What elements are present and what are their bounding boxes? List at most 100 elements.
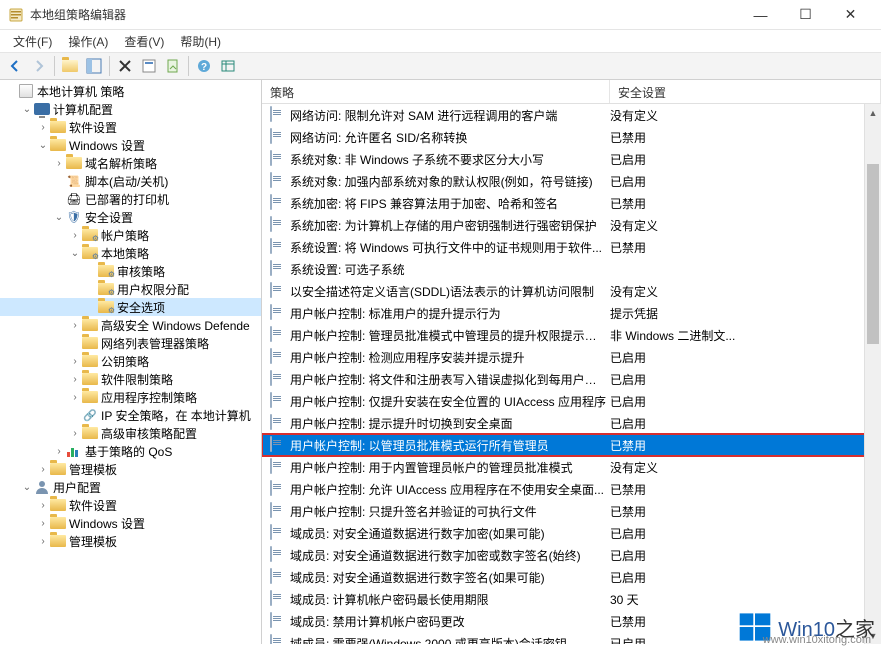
up-folder-button[interactable] <box>59 55 81 77</box>
tree-item[interactable]: ›Windows 设置 <box>0 514 261 532</box>
expand-toggle-icon[interactable]: ⌄ <box>52 212 66 223</box>
list-row[interactable]: 系统设置: 将 Windows 可执行文件中的证书规则用于软件...已禁用 <box>262 236 881 258</box>
tree-item[interactable]: 用户权限分配 <box>0 280 261 298</box>
shield-icon <box>66 209 82 225</box>
delete-button[interactable] <box>114 55 136 77</box>
folder-gear-icon <box>98 263 114 279</box>
tree-item-label: 公钥策略 <box>101 353 149 370</box>
list-row[interactable]: 系统加密: 将 FIPS 兼容算法用于加密、哈希和签名已禁用 <box>262 192 881 214</box>
folder-icon <box>50 119 66 135</box>
tree-item-label: 高级安全 Windows Defende <box>101 317 250 334</box>
back-button[interactable] <box>4 55 26 77</box>
expand-toggle-icon[interactable]: › <box>36 464 50 475</box>
tree-pane[interactable]: 本地计算机 策略 ⌄计算机配置›软件设置⌄Windows 设置›域名解析策略脚本… <box>0 80 262 644</box>
list-pane[interactable]: 策略 安全设置 网络访问: 限制允许对 SAM 进行远程调用的客户端没有定义网络… <box>262 80 881 644</box>
expand-toggle-icon[interactable]: ⌄ <box>36 140 50 151</box>
menu-file[interactable]: 文件(F) <box>5 31 60 52</box>
expand-toggle-icon[interactable]: ⌄ <box>20 104 34 115</box>
list-row[interactable]: 域成员: 对安全通道数据进行数字加密或数字签名(始终)已启用 <box>262 544 881 566</box>
expand-toggle-icon[interactable]: ⌄ <box>20 482 34 493</box>
tree-item[interactable]: › 高级审核策略配置 <box>0 424 261 442</box>
list-row[interactable]: 域成员: 对安全通道数据进行数字加密(如果可能)已启用 <box>262 522 881 544</box>
tree-item[interactable]: 安全选项 <box>0 298 261 316</box>
list-row[interactable]: 系统对象: 加强内部系统对象的默认权限(例如，符号链接)已启用 <box>262 170 881 192</box>
expand-toggle-icon[interactable]: › <box>68 230 82 241</box>
column-setting[interactable]: 安全设置 <box>610 80 881 103</box>
maximize-button[interactable]: ☐ <box>783 0 828 29</box>
expand-toggle-icon[interactable]: ⌄ <box>68 248 82 259</box>
properties-button[interactable] <box>138 55 160 77</box>
show-tree-button[interactable] <box>83 55 105 77</box>
list-row[interactable]: 用户帐户控制: 仅提升安装在安全位置的 UIAccess 应用程序已启用 <box>262 390 881 412</box>
tree-item[interactable]: ›基于策略的 QoS <box>0 442 261 460</box>
list-row[interactable]: 用户帐户控制: 将文件和注册表写入错误虚拟化到每用户位置已启用 <box>262 368 881 390</box>
expand-toggle-icon[interactable]: › <box>68 356 82 367</box>
export-button[interactable] <box>162 55 184 77</box>
tree-root[interactable]: 本地计算机 策略 <box>0 82 261 100</box>
list-row[interactable]: 以安全描述符定义语言(SDDL)语法表示的计算机访问限制没有定义 <box>262 280 881 302</box>
list-row[interactable]: 用户帐户控制: 用于内置管理员帐户的管理员批准模式没有定义 <box>262 456 881 478</box>
list-row[interactable]: 用户帐户控制: 以管理员批准模式运行所有管理员已禁用 <box>262 434 881 456</box>
scroll-up-button[interactable]: ▲ <box>865 104 881 121</box>
list-row[interactable]: 网络访问: 允许匿名 SID/名称转换已禁用 <box>262 126 881 148</box>
tree-item[interactable]: ›软件设置 <box>0 496 261 514</box>
minimize-button[interactable]: — <box>738 0 783 29</box>
expand-toggle-icon[interactable]: › <box>68 392 82 403</box>
tree-item[interactable]: › 高级安全 Windows Defende <box>0 316 261 334</box>
expand-toggle-icon[interactable]: › <box>52 158 66 169</box>
tree-item[interactable]: ⌄Windows 设置 <box>0 136 261 154</box>
list-row[interactable]: 系统对象: 非 Windows 子系统不要求区分大小写已启用 <box>262 148 881 170</box>
tree-item[interactable]: › 公钥策略 <box>0 352 261 370</box>
tree-item[interactable]: ›软件限制策略 <box>0 370 261 388</box>
list-row[interactable]: 用户帐户控制: 只提升签名并验证的可执行文件已禁用 <box>262 500 881 522</box>
tree-item[interactable]: ⌄计算机配置 <box>0 100 261 118</box>
tree-item[interactable]: 已部署的打印机 <box>0 190 261 208</box>
tree-item[interactable]: 审核策略 <box>0 262 261 280</box>
policy-setting: 已启用 <box>610 415 879 432</box>
vertical-scrollbar[interactable]: ▲ ▼ <box>864 104 881 644</box>
column-policy[interactable]: 策略 <box>262 80 610 103</box>
tree-item[interactable]: ⌄安全设置 <box>0 208 261 226</box>
policy-icon <box>270 371 286 387</box>
tree-item[interactable]: ›管理模板 <box>0 532 261 550</box>
expand-toggle-icon[interactable]: › <box>36 500 50 511</box>
tree-item[interactable]: 网络列表管理器策略 <box>0 334 261 352</box>
tree-item[interactable]: ›管理模板 <box>0 460 261 478</box>
tree-item[interactable]: ›域名解析策略 <box>0 154 261 172</box>
list-header: 策略 安全设置 <box>262 80 881 104</box>
tree-item[interactable]: ›应用程序控制策略 <box>0 388 261 406</box>
tree-item-label: 高级审核策略配置 <box>101 425 197 442</box>
list-row[interactable]: 用户帐户控制: 检测应用程序安装并提示提升已启用 <box>262 346 881 368</box>
help-button[interactable]: ? <box>193 55 215 77</box>
close-button[interactable]: ✕ <box>828 0 873 29</box>
expand-toggle-icon[interactable]: › <box>68 374 82 385</box>
list-row[interactable]: 系统加密: 为计算机上存储的用户密钥强制进行强密钥保护没有定义 <box>262 214 881 236</box>
menu-help[interactable]: 帮助(H) <box>172 31 229 52</box>
scrollbar-thumb[interactable] <box>867 164 879 344</box>
tree-item[interactable]: ⌄用户配置 <box>0 478 261 496</box>
filter-button[interactable] <box>217 55 239 77</box>
tree-item[interactable]: IP 安全策略，在 本地计算机 <box>0 406 261 424</box>
expand-toggle-icon[interactable]: › <box>68 320 82 331</box>
expand-toggle-icon[interactable]: › <box>36 518 50 529</box>
expand-toggle-icon[interactable]: › <box>36 122 50 133</box>
list-row[interactable]: 用户帐户控制: 管理员批准模式中管理员的提升权限提示的...非 Windows … <box>262 324 881 346</box>
menu-action[interactable]: 操作(A) <box>60 31 116 52</box>
list-row[interactable]: 用户帐户控制: 标准用户的提升提示行为提示凭据 <box>262 302 881 324</box>
list-row[interactable]: 域成员: 计算机帐户密码最长使用期限30 天 <box>262 588 881 610</box>
list-row[interactable]: 网络访问: 限制允许对 SAM 进行远程调用的客户端没有定义 <box>262 104 881 126</box>
list-row[interactable]: 系统设置: 可选子系统 <box>262 258 881 280</box>
tree-item[interactable]: ›软件设置 <box>0 118 261 136</box>
tree-item[interactable]: 脚本(启动/关机) <box>0 172 261 190</box>
list-row[interactable]: 用户帐户控制: 允许 UIAccess 应用程序在不使用安全桌面...已禁用 <box>262 478 881 500</box>
list-row[interactable]: 域成员: 对安全通道数据进行数字签名(如果可能)已启用 <box>262 566 881 588</box>
expand-toggle-icon[interactable]: › <box>52 446 66 457</box>
tree-item[interactable]: ⌄本地策略 <box>0 244 261 262</box>
forward-button[interactable] <box>28 55 50 77</box>
list-row[interactable]: 域成员: 禁用计算机帐户密码更改已禁用 <box>262 610 881 632</box>
expand-toggle-icon[interactable]: › <box>68 428 82 439</box>
list-row[interactable]: 用户帐户控制: 提示提升时切换到安全桌面已启用 <box>262 412 881 434</box>
tree-item[interactable]: ›帐户策略 <box>0 226 261 244</box>
menu-view[interactable]: 查看(V) <box>116 31 172 52</box>
expand-toggle-icon[interactable]: › <box>36 536 50 547</box>
